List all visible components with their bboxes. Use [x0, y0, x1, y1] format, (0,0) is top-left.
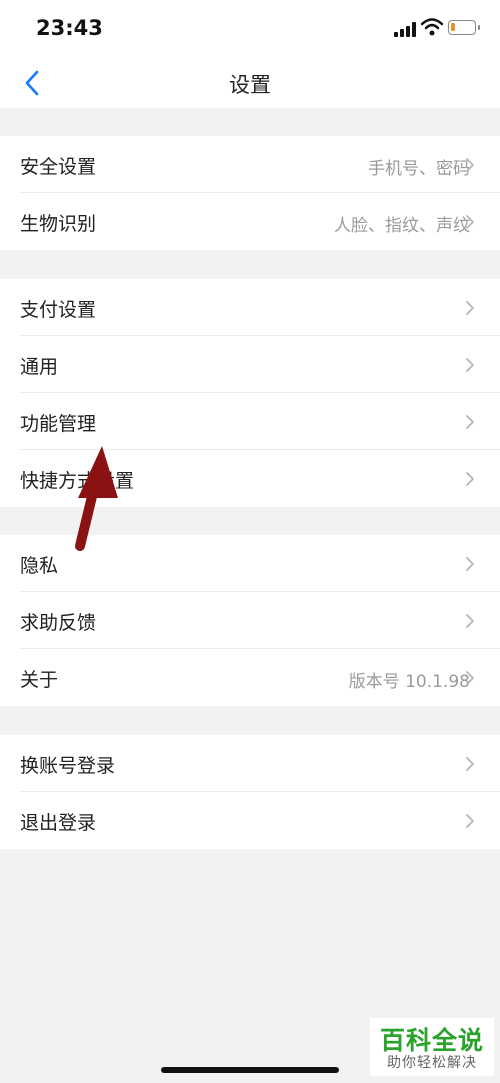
- settings-item-about[interactable]: 关于 版本号 10.1.98: [0, 649, 500, 706]
- watermark-subtitle: 助你轻松解决: [387, 1055, 477, 1071]
- settings-item-label: 支付设置: [20, 299, 97, 321]
- settings-item-switch-account[interactable]: 换账号登录: [0, 735, 500, 792]
- settings-item-help-feedback[interactable]: 求助反馈: [0, 592, 500, 649]
- chevron-right-icon: [466, 358, 474, 372]
- chevron-right-icon: [466, 158, 474, 172]
- settings-item-label: 生物识别: [20, 213, 97, 235]
- cellular-signal-icon: [394, 22, 418, 37]
- settings-item-label: 换账号登录: [20, 755, 116, 777]
- status-time: 23:43: [36, 16, 103, 40]
- settings-item-logout[interactable]: 退出登录: [0, 792, 500, 849]
- settings-item-label: 退出登录: [20, 812, 97, 834]
- settings-item-general[interactable]: 通用: [0, 336, 500, 393]
- version-number: 版本号 10.1.98: [348, 672, 470, 692]
- chevron-right-icon: [466, 472, 474, 486]
- chevron-right-icon: [466, 557, 474, 571]
- chevron-right-icon: [466, 757, 474, 771]
- settings-group-general: 支付设置 通用 功能管理 快捷方式设置: [0, 279, 500, 507]
- settings-item-feature-management[interactable]: 功能管理: [0, 393, 500, 450]
- chevron-right-icon: [466, 614, 474, 628]
- settings-item-label: 快捷方式设置: [20, 470, 135, 492]
- settings-item-privacy[interactable]: 隐私: [0, 535, 500, 592]
- chevron-right-icon: [466, 301, 474, 315]
- chevron-right-icon: [466, 671, 474, 685]
- settings-item-label: 求助反馈: [20, 612, 97, 634]
- settings-item-value: 手机号、密码: [368, 159, 470, 179]
- settings-item-label: 安全设置: [20, 156, 97, 178]
- wifi-icon: [421, 18, 443, 36]
- settings-item-label: 关于: [20, 669, 59, 691]
- home-indicator[interactable]: [161, 1067, 339, 1073]
- settings-item-label: 隐私: [20, 555, 59, 577]
- settings-item-label: 功能管理: [20, 413, 97, 435]
- chevron-right-icon: [466, 814, 474, 828]
- settings-item-payment[interactable]: 支付设置: [0, 279, 500, 336]
- chevron-right-icon: [466, 215, 474, 229]
- nav-bar: 设置: [0, 58, 500, 108]
- settings-item-label: 通用: [20, 356, 59, 378]
- watermark-logo: 百科全说 助你轻松解决: [370, 1018, 494, 1076]
- chevron-right-icon: [466, 415, 474, 429]
- status-bar: 23:43: [0, 0, 500, 58]
- settings-group-account-security: 安全设置 手机号、密码 生物识别 人脸、指纹、声纹: [0, 136, 500, 250]
- settings-item-shortcuts[interactable]: 快捷方式设置: [0, 450, 500, 507]
- settings-item-security[interactable]: 安全设置 手机号、密码: [0, 136, 500, 193]
- settings-group-login: 换账号登录 退出登录: [0, 735, 500, 849]
- settings-group-about: 隐私 求助反馈 关于 版本号 10.1.98: [0, 535, 500, 706]
- settings-item-value: 人脸、指纹、声纹: [334, 216, 470, 236]
- page-title: 设置: [229, 73, 271, 97]
- battery-icon: [448, 20, 480, 35]
- settings-item-biometrics[interactable]: 生物识别 人脸、指纹、声纹: [0, 193, 500, 250]
